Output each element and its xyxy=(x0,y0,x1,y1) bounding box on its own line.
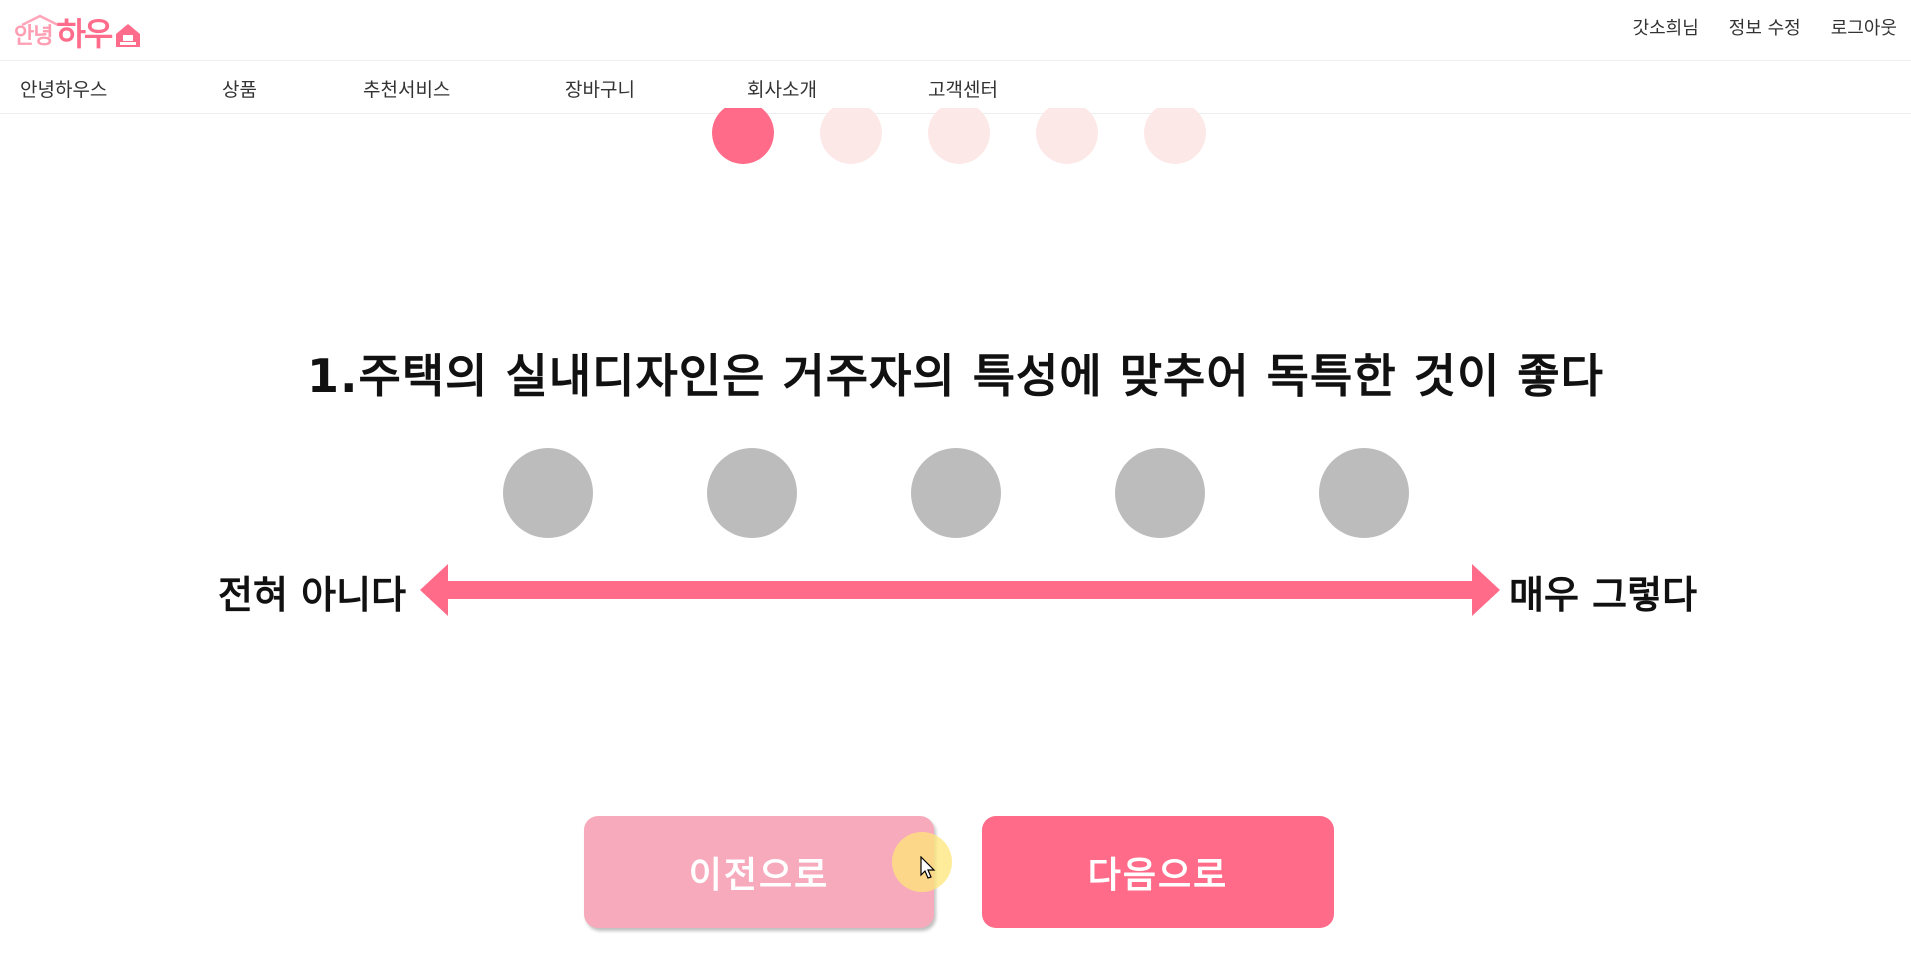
progress-dot-active xyxy=(712,108,774,164)
answer-option-2[interactable] xyxy=(707,448,797,538)
answer-option-3[interactable] xyxy=(911,448,1001,538)
prev-button[interactable]: 이전으로 xyxy=(584,816,934,928)
question-text: 1.주택의 실내디자인은 거주자의 특성에 맞추어 독특한 것이 좋다 xyxy=(307,349,1604,403)
user-links: 갓소희님 정보 수정 로그아웃 xyxy=(1633,0,1897,54)
main-nav: 안녕하우스 상품 추천서비스 장바구니 회사소개 고객센터 xyxy=(0,61,1911,114)
logo-big-text: 하우 xyxy=(56,15,113,53)
next-button[interactable]: 다음으로 xyxy=(982,816,1334,928)
progress-indicator xyxy=(712,108,1206,164)
site-logo[interactable]: 안녕 하우 xyxy=(14,10,143,50)
nav-item-products[interactable]: 상품 xyxy=(222,75,257,102)
nav-item-recommend[interactable]: 추천서비스 xyxy=(363,75,450,102)
nav-item-home[interactable]: 안녕하우스 xyxy=(20,75,107,102)
logout-link[interactable]: 로그아웃 xyxy=(1831,14,1897,40)
double-arrow-icon xyxy=(420,564,1500,616)
survey-page: 안녕 하우 갓소희님 정보 수정 로그아웃 안녕하우스 상품 추천서비스 장바구… xyxy=(0,0,1911,953)
answer-option-1[interactable] xyxy=(503,448,593,538)
nav-item-cart[interactable]: 장바구니 xyxy=(565,75,635,102)
nav-item-about[interactable]: 회사소개 xyxy=(747,75,817,102)
progress-dot xyxy=(820,108,882,164)
scale-left-label: 전혀 아니다 xyxy=(218,573,407,617)
progress-dot xyxy=(1036,108,1098,164)
mouse-cursor-icon xyxy=(920,856,936,879)
scale-right-label: 매우 그렇다 xyxy=(1509,573,1698,617)
progress-dot xyxy=(1144,108,1206,164)
nav-item-support[interactable]: 고객센터 xyxy=(928,75,998,102)
house-icon xyxy=(116,24,141,47)
answer-option-4[interactable] xyxy=(1115,448,1205,538)
username-link[interactable]: 갓소희님 xyxy=(1633,14,1699,40)
top-header: 안녕 하우 갓소희님 정보 수정 로그아웃 xyxy=(0,0,1911,61)
logo-small-text: 안녕 xyxy=(14,24,53,49)
answer-option-5[interactable] xyxy=(1319,448,1409,538)
progress-dot xyxy=(928,108,990,164)
edit-profile-link[interactable]: 정보 수정 xyxy=(1729,14,1801,40)
